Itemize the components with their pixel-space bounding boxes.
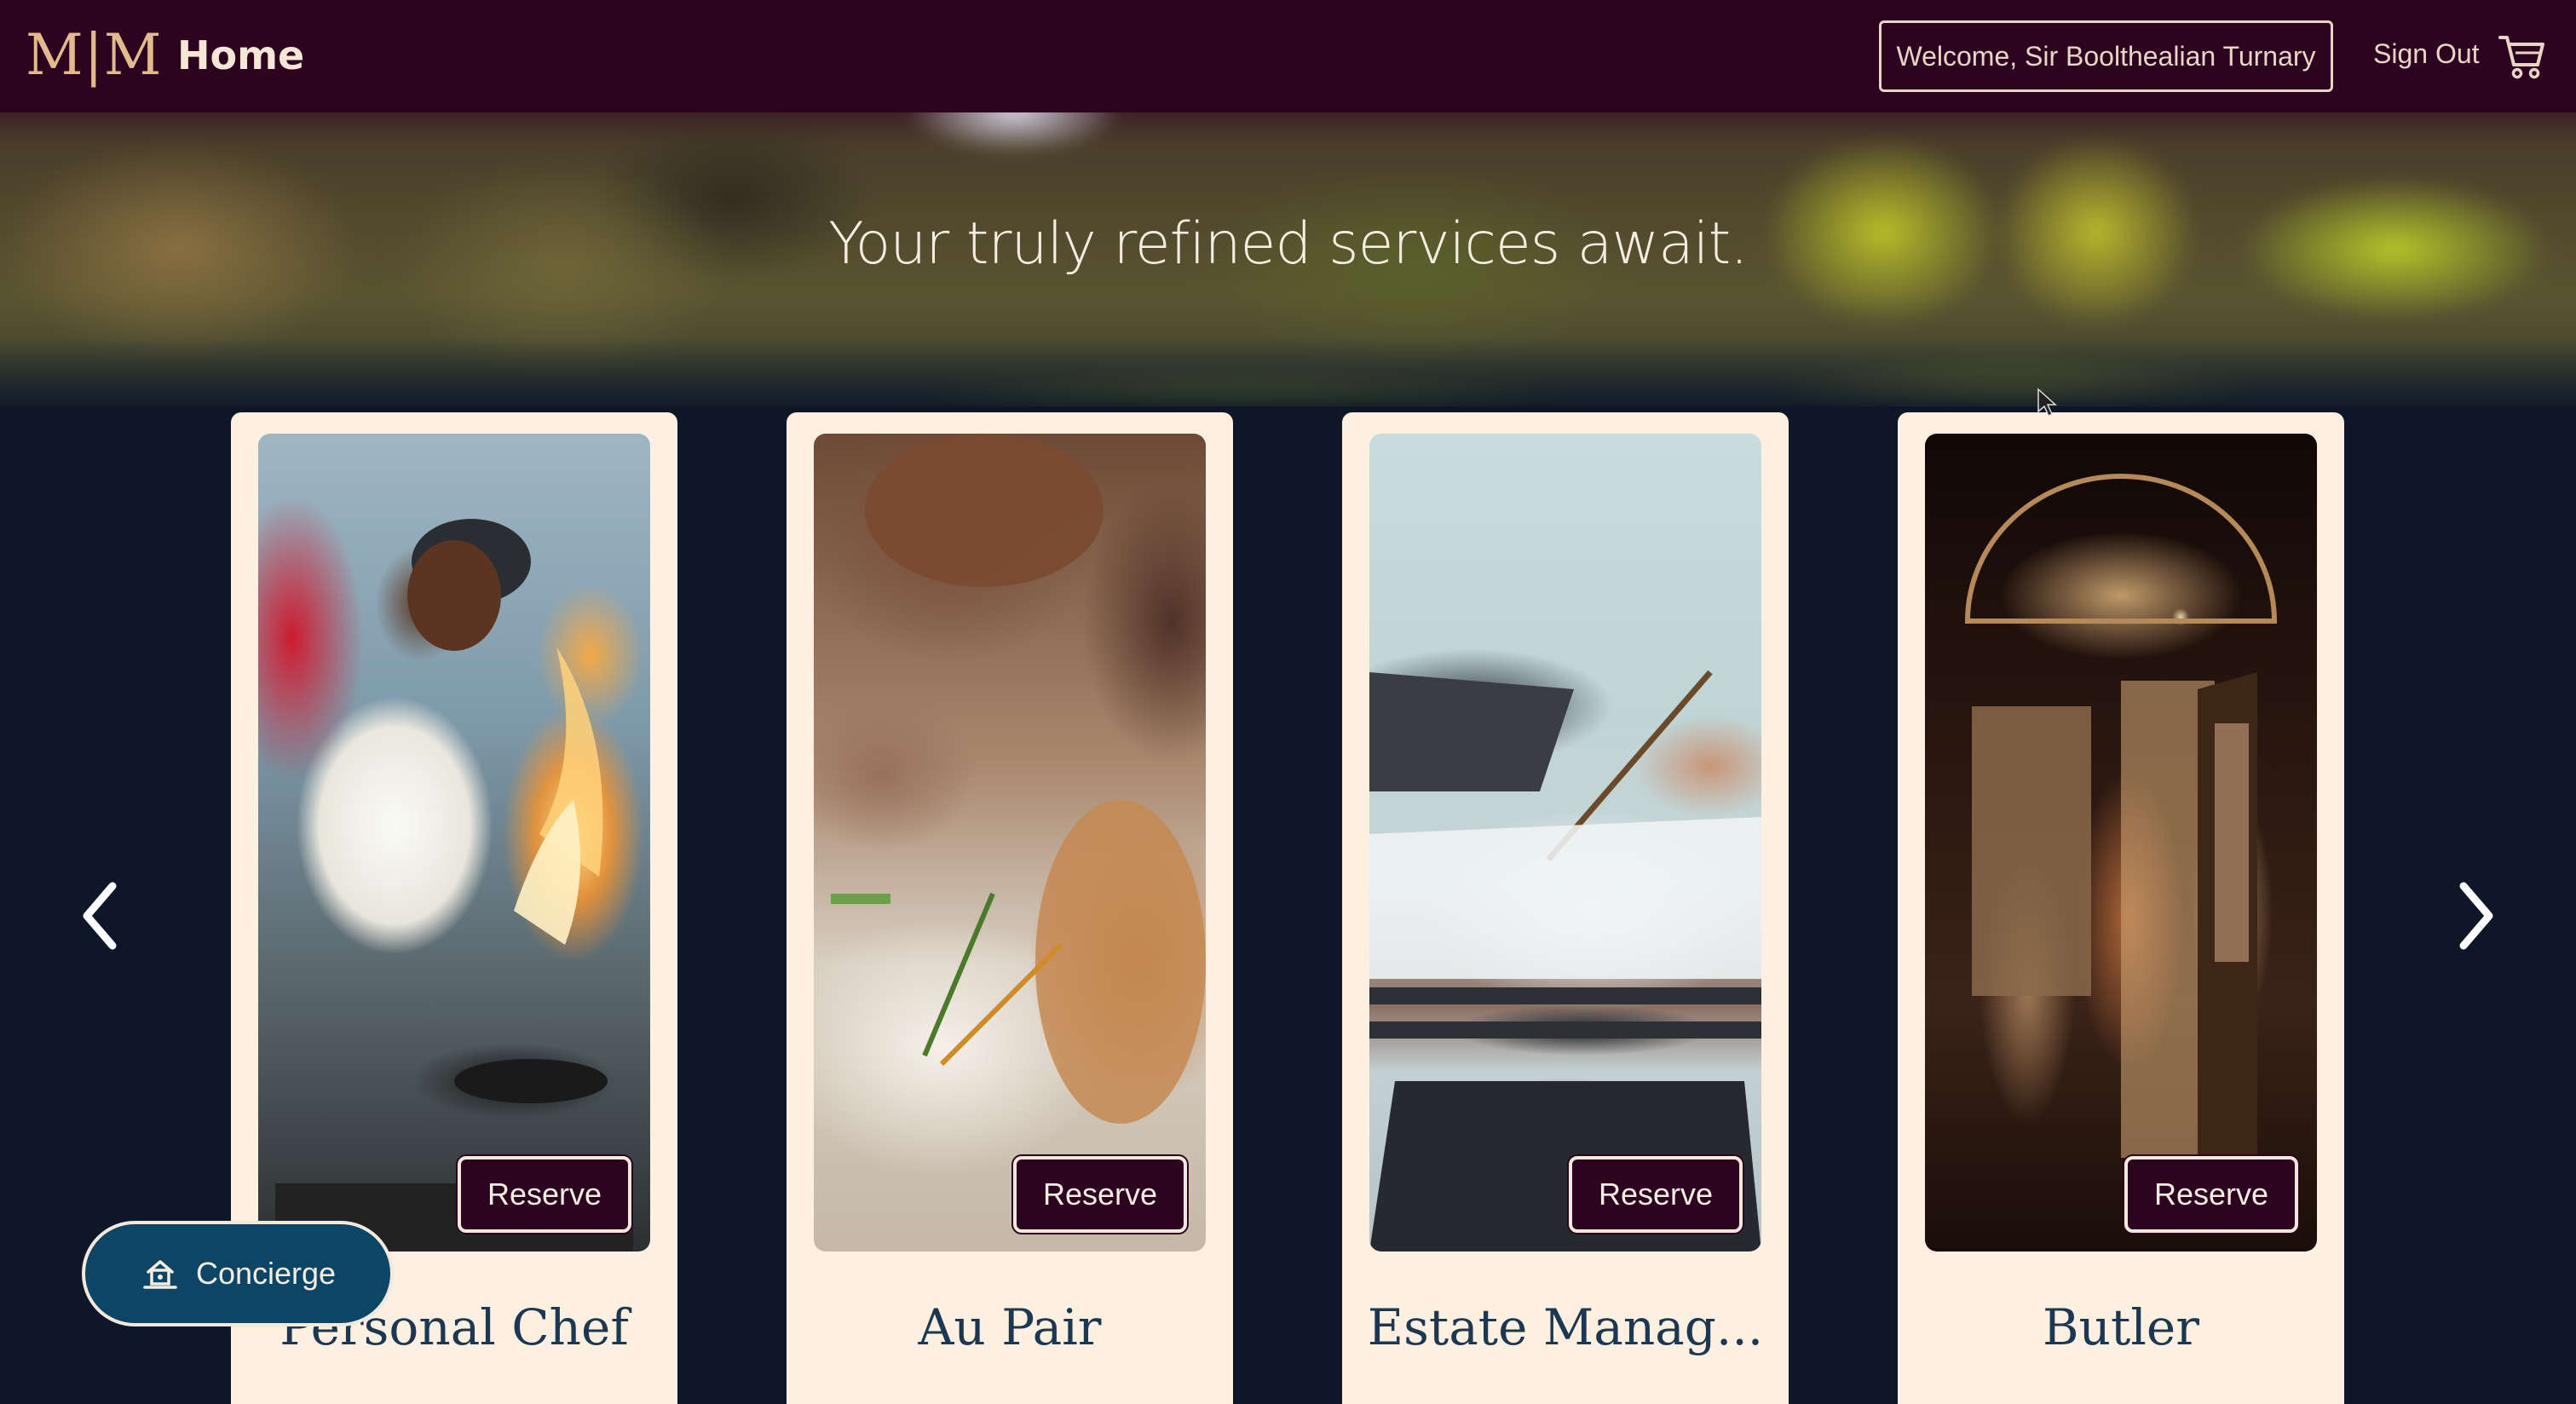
- personal-chef-photo: Reserve: [258, 434, 650, 1252]
- au-pair-scene: [831, 434, 1206, 1124]
- au-pair-photo: Reserve: [814, 434, 1206, 1252]
- service-card-au-pair[interactable]: Reserve Au Pair: [787, 412, 1233, 1404]
- reserve-button[interactable]: Reserve: [1569, 1156, 1743, 1233]
- concierge-label: Concierge: [195, 1256, 337, 1291]
- chef-scene: [275, 519, 633, 1252]
- concierge-button[interactable]: Concierge: [82, 1221, 394, 1326]
- welcome-user-box[interactable]: Welcome, Sir Boolthealian Turnary: [1879, 20, 2333, 92]
- reserve-button[interactable]: Reserve: [2124, 1156, 2298, 1233]
- chevron-left-icon[interactable]: [75, 878, 126, 954]
- chevron-right-icon[interactable]: [2450, 878, 2501, 954]
- brand-logo[interactable]: M|M: [26, 22, 162, 88]
- butler-scene: [1964, 474, 2278, 1183]
- hero-banner: Your truly refined services await.: [0, 112, 2576, 406]
- cart-icon[interactable]: [2497, 31, 2548, 82]
- butler-photo: Reserve: [1925, 434, 2317, 1252]
- estate-scene: [1369, 670, 1761, 1252]
- service-card-butler[interactable]: Reserve Butler: [1898, 412, 2344, 1404]
- card-title: Au Pair: [918, 1298, 1102, 1356]
- reserve-button[interactable]: Reserve: [458, 1156, 631, 1233]
- concierge-icon: [143, 1260, 177, 1289]
- hero-fade: [0, 338, 2576, 406]
- hero-tagline: Your truly refined services await.: [828, 210, 1749, 278]
- card-title: Butler: [2043, 1298, 2199, 1356]
- top-nav-bar: M|M Home Welcome, Sir Boolthealian Turna…: [0, 0, 2576, 112]
- mouse-cursor-icon: [2037, 388, 2057, 417]
- sign-out-link[interactable]: Sign Out: [2373, 38, 2480, 70]
- home-link[interactable]: Home: [177, 32, 304, 78]
- reserve-button[interactable]: Reserve: [1013, 1156, 1187, 1233]
- service-card-estate-manager[interactable]: Reserve Estate Manag...: [1342, 412, 1789, 1404]
- card-title: Estate Manag...: [1367, 1298, 1764, 1356]
- estate-manager-photo: Reserve: [1369, 434, 1761, 1252]
